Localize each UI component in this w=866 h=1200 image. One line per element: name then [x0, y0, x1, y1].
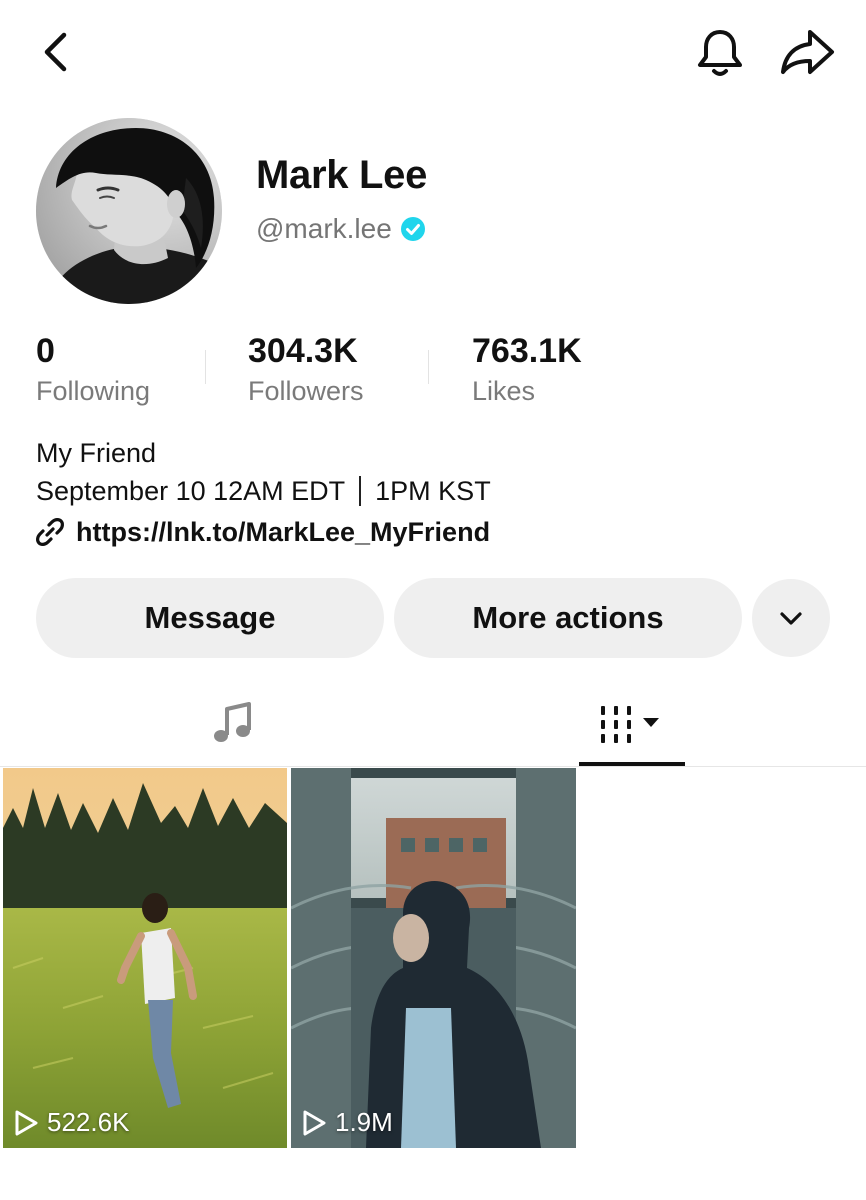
tab-music[interactable] — [200, 696, 266, 752]
following-label: Following — [36, 375, 151, 406]
bio-line-2: September 10 12AM EDT 1PM KST — [36, 476, 491, 507]
bio-link-text: https://lnk.to/MarkLee_MyFriend — [76, 516, 491, 547]
link-icon — [36, 518, 64, 546]
followers-count: 304.3K — [248, 332, 358, 370]
followers-label: Followers — [248, 375, 364, 406]
stat-divider — [205, 350, 206, 384]
bio-link[interactable]: https://lnk.to/MarkLee_MyFriend — [34, 516, 490, 548]
music-note-icon — [214, 702, 251, 742]
bio-time: 1PM KST — [375, 476, 491, 506]
share-icon — [781, 30, 834, 74]
views-count: 1.9M — [335, 1107, 393, 1137]
notification-bell-button[interactable] — [692, 24, 748, 80]
message-button[interactable]: Message — [36, 578, 384, 658]
bio-line-1: My Friend — [36, 438, 157, 468]
following-count: 0 — [36, 332, 55, 370]
expand-suggestions-button[interactable] — [752, 579, 830, 657]
more-actions-button[interactable]: More actions — [394, 578, 742, 658]
video-views-1: 522.6K — [13, 1107, 129, 1138]
display-name: Mark Lee — [256, 153, 428, 197]
avatar[interactable] — [36, 118, 222, 304]
stat-followers[interactable]: 304.3K Followers — [248, 332, 364, 407]
handle-row: @mark.lee — [256, 213, 426, 245]
play-icon — [303, 1110, 326, 1135]
video-views-2: 1.9M — [301, 1107, 393, 1138]
back-icon — [44, 32, 67, 72]
video-thumbnail-2[interactable]: 1.9M — [291, 768, 576, 1148]
stat-divider — [428, 350, 429, 384]
tab-divider — [0, 766, 866, 767]
avatar-photo — [36, 118, 222, 304]
play-icon — [15, 1110, 38, 1135]
bell-icon — [698, 30, 742, 76]
share-button[interactable] — [776, 24, 838, 80]
bio-separator — [359, 476, 362, 506]
video-2-image — [291, 768, 576, 1148]
grid-icon — [601, 706, 659, 743]
chevron-down-icon — [780, 612, 802, 625]
stat-likes[interactable]: 763.1K Likes — [472, 332, 582, 407]
stat-following[interactable]: 0 Following — [36, 332, 151, 407]
tab-videos-grid[interactable] — [579, 696, 685, 752]
video-thumbnail-1[interactable]: 522.6K — [3, 768, 287, 1148]
username-handle: @mark.lee — [256, 213, 392, 244]
likes-label: Likes — [472, 375, 536, 406]
views-count: 522.6K — [47, 1107, 130, 1137]
bio-date: September 10 12AM EDT — [36, 476, 346, 506]
video-1-image — [3, 768, 287, 1148]
verified-icon — [400, 217, 425, 241]
back-button[interactable] — [36, 28, 80, 76]
likes-count: 763.1K — [472, 332, 582, 370]
